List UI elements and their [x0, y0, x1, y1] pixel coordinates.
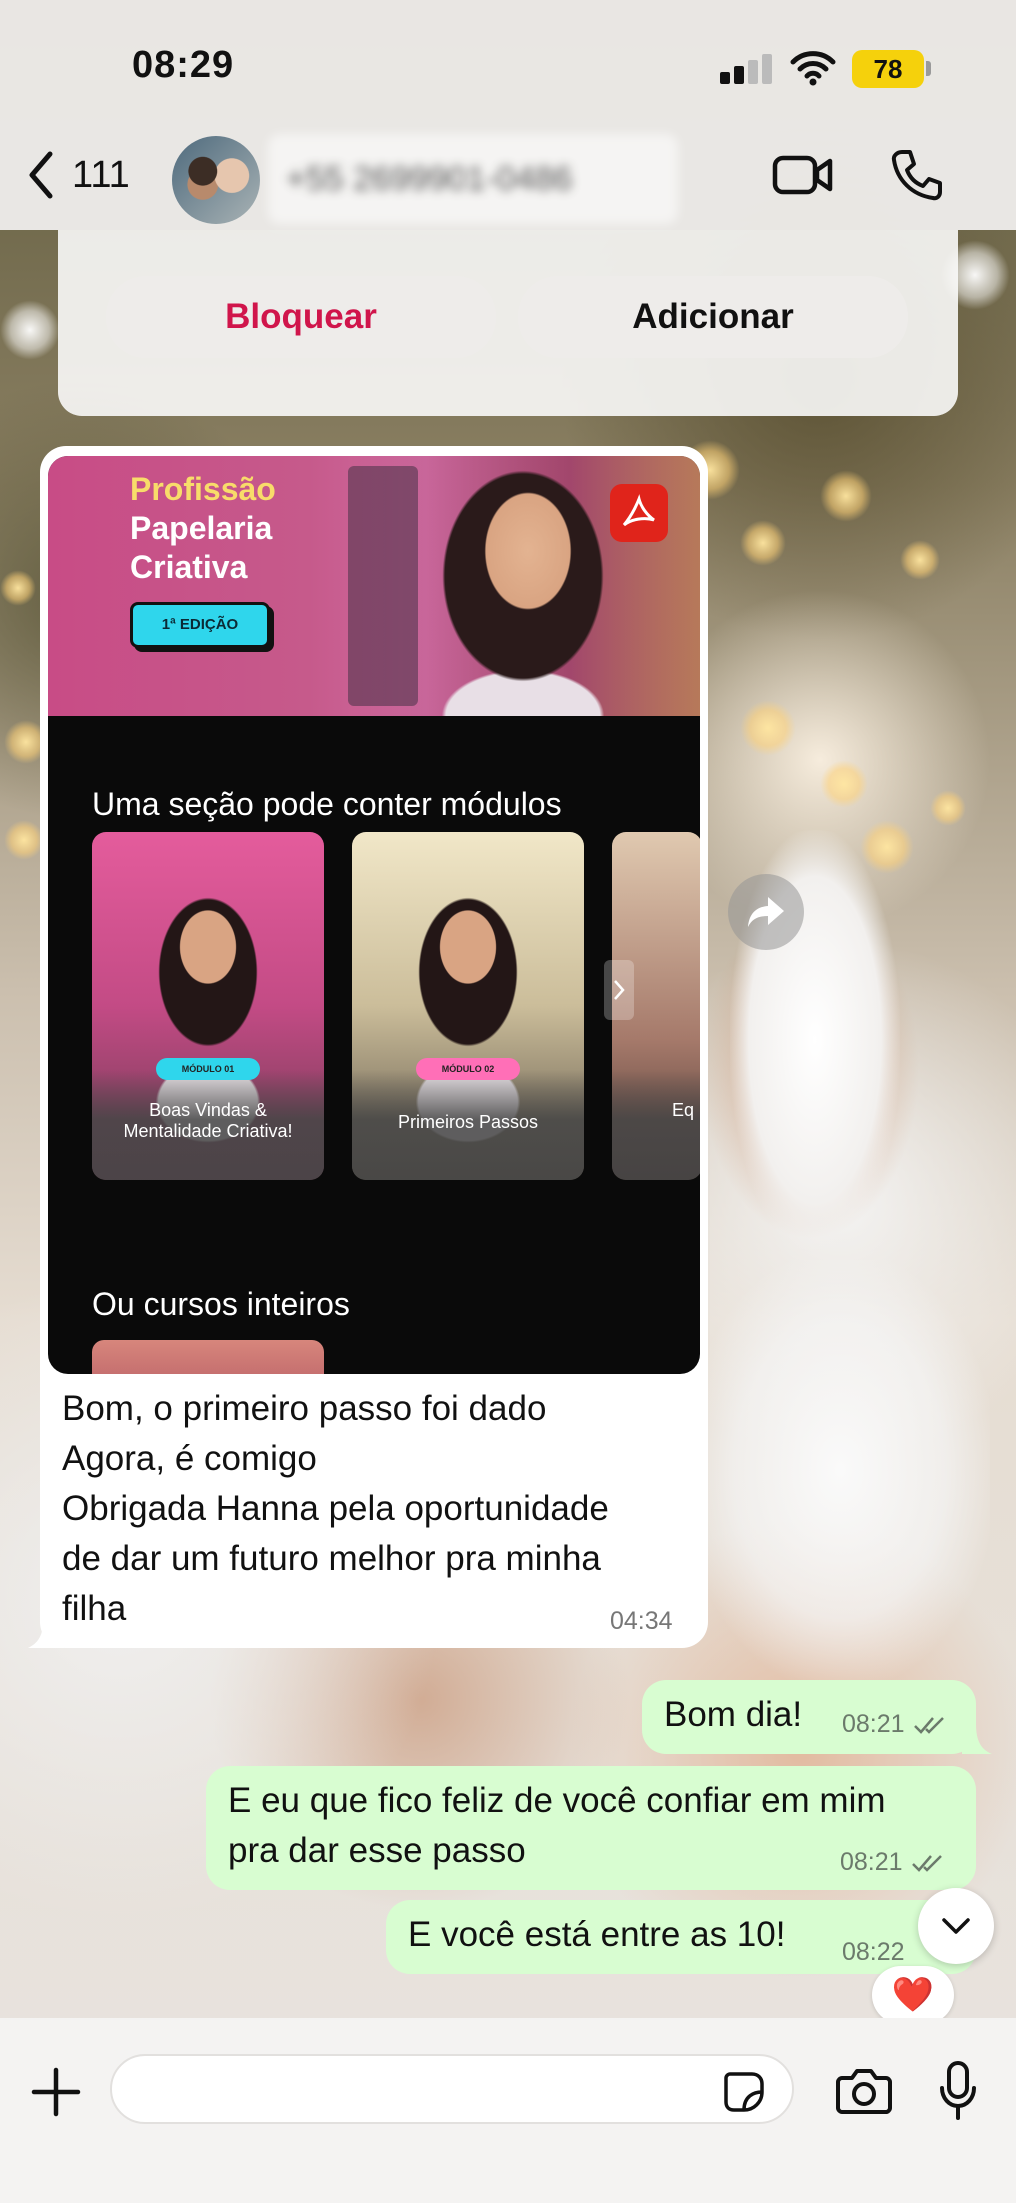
battery-tip	[926, 61, 931, 76]
back-button[interactable]: 111	[26, 150, 130, 200]
contact-avatar[interactable]	[172, 136, 260, 224]
bubble-tail	[28, 1610, 64, 1648]
plus-icon[interactable]	[30, 2066, 82, 2118]
reaction-badge[interactable]: ❤️	[872, 1966, 954, 2024]
course-thumbnail	[92, 1340, 324, 1374]
outgoing-message-bubble[interactable]: E você está entre as 10! 08:22	[386, 1900, 976, 1974]
module-tag: MÓDULO 02	[416, 1058, 520, 1080]
incoming-message-text: Bom, o primeiro passo foi dado Agora, é …	[62, 1384, 682, 1634]
camera-icon[interactable]	[836, 2066, 892, 2116]
message-composer	[0, 2018, 1016, 2203]
outgoing-message-bubble[interactable]: E eu que fico feliz de você confiar em m…	[206, 1766, 976, 1890]
contact-actions-card: Bloquear Adicionar	[58, 230, 958, 416]
module-name: Boas Vindas & Mentalidade Criativa!	[123, 1100, 293, 1141]
chevron-right-icon	[604, 960, 634, 1020]
forward-icon	[748, 897, 784, 927]
message-timestamp: 04:34	[610, 1607, 673, 1635]
outgoing-message-text: E eu que fico feliz de você confiar em m…	[228, 1776, 886, 1876]
promo-title: Profissão Papelaria Criativa	[130, 470, 370, 587]
bubble-tail	[962, 1724, 992, 1754]
scroll-to-bottom-button[interactable]	[918, 1888, 994, 1964]
phone-icon[interactable]	[890, 148, 942, 202]
message-timestamp: 08:22	[842, 1938, 905, 1966]
message-line: de dar um futuro melhor pra minha	[62, 1539, 601, 1578]
module-name: Eq	[672, 1100, 695, 1120]
message-meta: 08:21	[840, 1848, 947, 1877]
section-courses-title: Ou cursos inteiros	[92, 1286, 350, 1322]
promo-image[interactable]: Profissão Papelaria Criativa 1ª EDIÇÃO U…	[48, 456, 700, 1374]
pdf-icon	[610, 484, 668, 542]
promo-title-line2: Papelaria	[130, 510, 273, 546]
outgoing-message-text: E você está entre as 10!	[408, 1915, 786, 1954]
message-line: Obrigada Hanna pela oportunidade	[62, 1489, 609, 1528]
message-line: pra dar esse passo	[228, 1831, 526, 1870]
forward-button[interactable]	[728, 874, 804, 950]
module-name: Primeiros Passos	[397, 1112, 539, 1132]
outgoing-message-text: Bom dia!	[664, 1695, 803, 1734]
status-time: 08:29	[132, 44, 235, 86]
message-line: Bom, o primeiro passo foi dado	[62, 1389, 547, 1428]
message-input[interactable]	[110, 2054, 794, 2124]
microphone-icon[interactable]	[938, 2060, 978, 2122]
read-receipt-icon	[913, 1716, 944, 1734]
add-contact-button[interactable]: Adicionar	[518, 276, 908, 358]
message-line: filha	[62, 1589, 127, 1628]
cellular-signal-icon	[720, 52, 772, 84]
module-card: MÓDULO 02 Primeiros Passos	[352, 832, 584, 1180]
module-tag: MÓDULO 01	[156, 1058, 260, 1080]
home-indicator	[340, 2180, 676, 2190]
contact-name[interactable]: +55 2699901-0486	[268, 134, 678, 224]
battery-indicator: 78	[852, 50, 924, 88]
unread-count: 111	[72, 153, 130, 196]
chevron-left-icon	[29, 151, 53, 199]
promo-title-line1: Profissão	[130, 471, 276, 507]
promo-title-line3: Criativa	[130, 549, 248, 585]
message-line: Agora, é comigo	[62, 1439, 317, 1478]
video-camera-icon[interactable]	[772, 150, 834, 200]
edition-badge: 1ª EDIÇÃO	[130, 602, 270, 648]
block-button[interactable]: Bloquear	[106, 276, 496, 358]
promo-banner: Profissão Papelaria Criativa 1ª EDIÇÃO	[48, 456, 700, 716]
chevron-down-icon	[942, 1918, 970, 1934]
read-receipt-icon	[911, 1854, 942, 1872]
section-modules-title: Uma seção pode conter módulos	[92, 786, 562, 822]
wifi-icon	[790, 51, 836, 86]
message-line: E eu que fico feliz de você confiar em m…	[228, 1781, 886, 1820]
message-meta: 08:21	[842, 1710, 949, 1739]
message-meta: 08:22	[842, 1938, 905, 1967]
message-timestamp: 08:21	[840, 1848, 903, 1876]
message-timestamp: 08:21	[842, 1710, 905, 1738]
module-card: MÓDULO 01 Boas Vindas & Mentalidade Cria…	[92, 832, 324, 1180]
sticker-icon[interactable]	[722, 2070, 766, 2114]
outgoing-message-bubble[interactable]: Bom dia! 08:21	[642, 1680, 976, 1754]
